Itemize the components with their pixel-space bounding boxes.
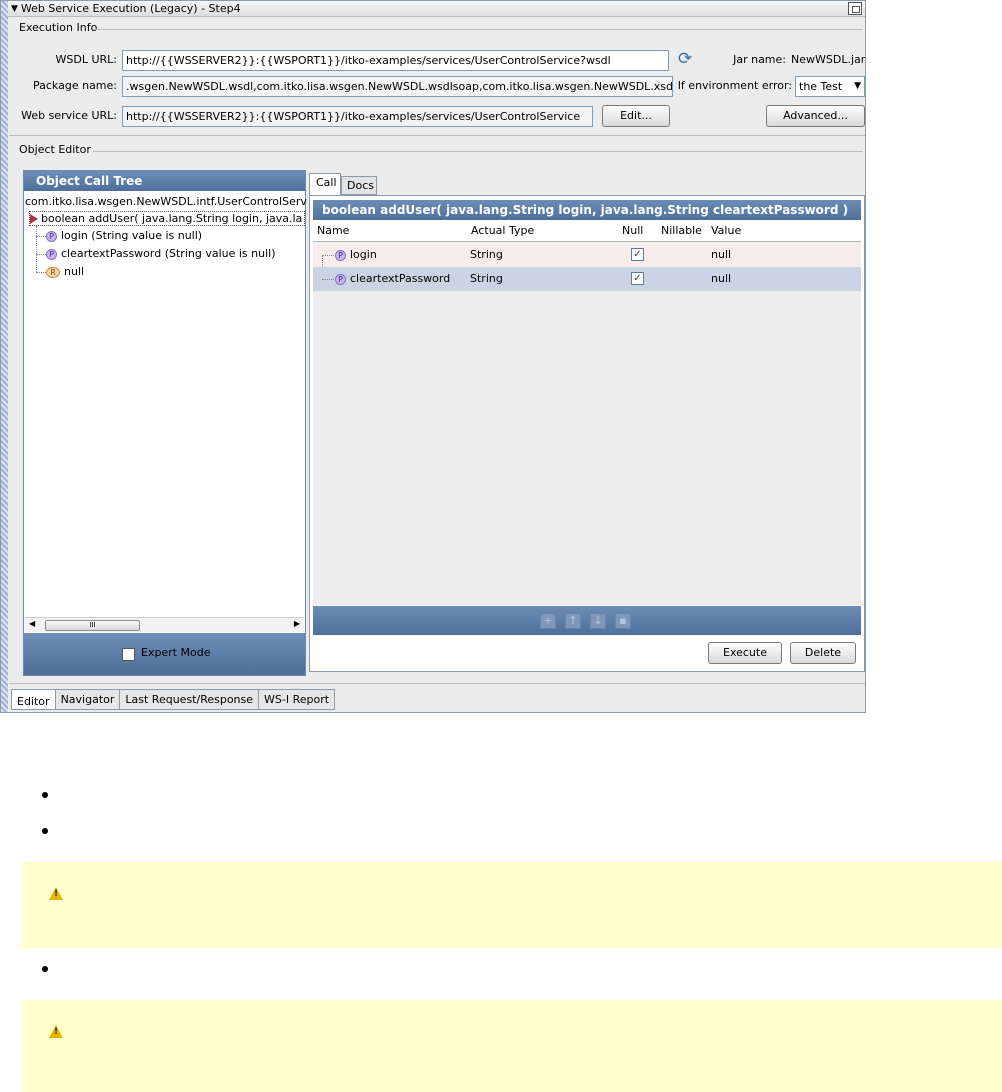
row-type: String	[470, 272, 503, 285]
horizontal-scrollbar[interactable]: ◀ III ▶	[25, 617, 304, 632]
jar-name-label: Jar name:	[733, 53, 786, 66]
edit-button[interactable]: Edit...	[602, 105, 670, 127]
method-icon	[30, 214, 38, 224]
environment-error-label: If environment error:	[677, 79, 792, 92]
tree-param-label: login (String value is null)	[61, 229, 203, 242]
refresh-icon[interactable]: ⟳	[678, 49, 692, 69]
tree-guide-line	[36, 254, 46, 255]
object-call-tree-header: Object Call Tree	[24, 171, 305, 191]
tab-last-request-response[interactable]: Last Request/Response	[120, 689, 260, 710]
tree-return-node[interactable]: Rnull	[46, 265, 84, 278]
left-edge-stripe	[1, 1, 8, 712]
tab-ws-i-report[interactable]: WS-I Report	[259, 689, 336, 710]
tree-guide-line	[36, 272, 46, 273]
expert-mode-checkbox[interactable]	[122, 648, 135, 661]
column-header-value[interactable]: Value	[707, 220, 861, 242]
row-name: login	[350, 248, 377, 261]
parameter-icon: P	[46, 248, 57, 260]
return-value-icon: R	[46, 266, 60, 278]
tree-root-node[interactable]: com.itko.lisa.wsgen.NewWSDL.intf.UserCon…	[25, 195, 307, 208]
scroll-right-arrow-icon[interactable]: ▶	[294, 619, 300, 628]
web-service-url-label: Web service URL:	[21, 109, 117, 122]
restore-window-icon[interactable]	[848, 2, 862, 15]
tab-navigator[interactable]: Navigator	[55, 689, 121, 710]
tree-param-cleartext-password[interactable]: PcleartextPassword (String value is null…	[46, 247, 276, 260]
warning-icon: !	[49, 887, 63, 900]
panel-title-bar[interactable]: ▼ Web Service Execution (Legacy) - Step4	[8, 1, 865, 17]
tab-call[interactable]: Call	[309, 173, 341, 195]
environment-error-value: the Test	[799, 80, 843, 93]
tree-param-label: cleartextPassword (String value is null)	[61, 247, 276, 260]
row-toolbar: + ↑ ↓ ▪	[313, 606, 861, 635]
tree-guide-line	[36, 236, 46, 237]
row-value[interactable]: null	[711, 243, 731, 267]
null-checkbox[interactable]: ✓	[631, 248, 644, 261]
warning-icon: !	[49, 1025, 63, 1038]
tree-method-label: boolean addUser( java.lang.String login,…	[41, 212, 303, 225]
collapse-triangle-icon[interactable]: ▼	[11, 4, 18, 14]
divider	[93, 151, 863, 152]
delete-button[interactable]: Delete	[790, 642, 856, 664]
column-header-null[interactable]: Null	[618, 220, 657, 242]
object-call-tree-panel: Object Call Tree com.itko.lisa.wsgen.New…	[23, 170, 307, 676]
list-bullet	[42, 828, 48, 834]
scrollbar-thumb[interactable]: III	[45, 620, 140, 631]
parameter-icon: P	[46, 230, 57, 242]
tree-guide-line	[322, 255, 334, 256]
scroll-left-arrow-icon[interactable]: ◀	[29, 619, 35, 628]
call-panel: boolean addUser( java.lang.String login,…	[309, 195, 865, 672]
column-header-name[interactable]: Name	[313, 220, 467, 242]
tree-guide-line	[322, 279, 334, 280]
wsdl-url-field[interactable]: http://{{WSSERVER2}}:{{WSPORT1}}/itko-ex…	[122, 50, 669, 71]
parameter-icon: P	[335, 273, 346, 285]
row-value[interactable]: null	[711, 267, 731, 291]
tab-editor[interactable]: Editor	[11, 689, 56, 710]
panel-title: Web Service Execution (Legacy) - Step4	[20, 2, 241, 15]
null-checkbox[interactable]: ✓	[631, 272, 644, 285]
expert-mode-bar: Expert Mode	[24, 633, 305, 675]
move-up-icon[interactable]: ↑	[565, 613, 581, 629]
column-header-nillable[interactable]: Nillable	[657, 220, 707, 242]
execute-button[interactable]: Execute	[708, 642, 782, 664]
add-icon[interactable]: +	[540, 613, 556, 629]
method-signature: boolean addUser( java.lang.String login,…	[313, 200, 861, 220]
advanced-button[interactable]: Advanced...	[766, 105, 865, 127]
web-service-url-field[interactable]: http://{{WSSERVER2}}:{{WSPORT1}}/itko-ex…	[122, 106, 593, 127]
dropdown-arrow-icon: ▼	[854, 81, 861, 91]
divider	[93, 29, 863, 30]
tree-guide-line	[36, 226, 37, 272]
tree-method-node[interactable]: boolean addUser( java.lang.String login,…	[28, 211, 306, 226]
environment-error-select[interactable]: the Test ▼	[795, 76, 865, 97]
divider	[9, 683, 865, 684]
parameter-table: Name Actual Type Null Nillable Value Plo…	[313, 220, 861, 605]
list-bullet	[42, 966, 48, 972]
package-name-label: Package name:	[33, 79, 117, 92]
expert-mode-label[interactable]: Expert Mode	[141, 646, 211, 659]
divider	[9, 135, 865, 136]
wsdl-url-label: WSDL URL:	[55, 53, 117, 66]
table-row[interactable]: Plogin String ✓ null	[313, 243, 861, 279]
table-row[interactable]: PcleartextPassword String ✓ null	[313, 267, 861, 291]
jar-name-value: NewWSDL.jar	[791, 53, 866, 66]
warning-note: !	[22, 862, 1002, 948]
tree-return-label: null	[64, 265, 85, 278]
warning-note: !	[22, 1000, 1002, 1092]
row-type: String	[470, 248, 503, 261]
column-header-actual-type[interactable]: Actual Type	[467, 220, 618, 242]
bottom-tab-strip: Editor Navigator Last Request/Response W…	[11, 689, 336, 711]
delete-row-icon[interactable]: ▪	[615, 613, 631, 629]
tab-docs[interactable]: Docs	[341, 176, 377, 195]
execution-info-heading: Execution Info	[19, 21, 98, 34]
row-name: cleartextPassword	[350, 272, 451, 285]
move-down-icon[interactable]: ↓	[590, 613, 606, 629]
web-service-execution-panel: ▼ Web Service Execution (Legacy) - Step4…	[0, 0, 866, 713]
parameter-icon: P	[335, 249, 346, 261]
package-name-field[interactable]: .wsgen.NewWSDL.wsdl,com.itko.lisa.wsgen.…	[122, 76, 673, 97]
tree-param-login[interactable]: Plogin (String value is null)	[46, 229, 202, 242]
row-name-cell: PcleartextPassword	[335, 267, 450, 291]
object-editor-heading: Object Editor	[19, 143, 91, 156]
list-bullet	[42, 792, 48, 798]
row-name-cell: Plogin	[335, 243, 377, 267]
